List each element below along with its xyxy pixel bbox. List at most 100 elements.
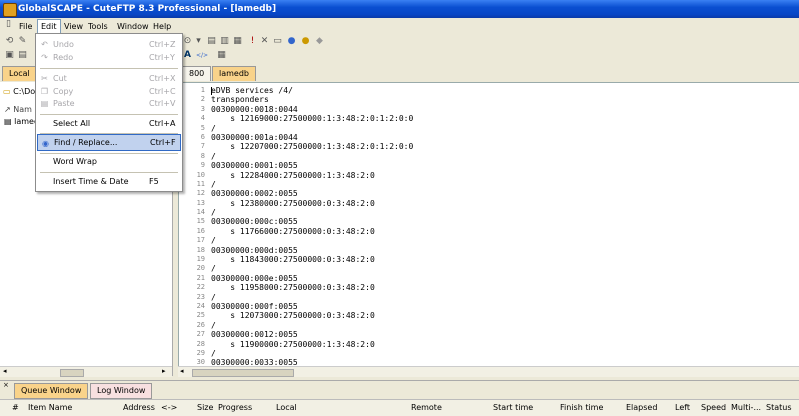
file-row[interactable]: ▤ lamed xyxy=(4,116,39,128)
code-line[interactable]: 00300000:0012:0055 xyxy=(211,330,413,339)
html-tag-icon[interactable]: </> xyxy=(196,50,208,61)
tab-remote-800[interactable]: 800 xyxy=(182,66,212,81)
docs-icon[interactable]: ▥ xyxy=(219,36,230,47)
tab-local[interactable]: Local xyxy=(2,66,37,81)
menu-help[interactable]: Help xyxy=(150,20,174,33)
col-address[interactable]: Address xyxy=(123,403,155,412)
menu-view[interactable]: View xyxy=(61,20,86,33)
code-line[interactable]: / xyxy=(211,180,413,189)
col-status[interactable]: Status xyxy=(766,403,792,412)
scroll-left-icon[interactable]: ◂ xyxy=(180,367,184,375)
code-line[interactable]: / xyxy=(211,349,413,358)
col-start-time[interactable]: Start time xyxy=(493,403,533,412)
code-line[interactable]: s 11843000:27500000:0:3:48:2:0 xyxy=(211,255,413,264)
code-line[interactable]: / xyxy=(211,293,413,302)
column-name-header[interactable]: ↗ Nam xyxy=(4,104,32,116)
print-icon[interactable]: ▦ xyxy=(232,36,243,47)
local-pane-hscrollbar[interactable]: ◂ ▸ xyxy=(0,366,172,377)
menu-edit[interactable]: Edit xyxy=(37,19,61,33)
code-line[interactable]: / xyxy=(211,208,413,217)
line-number: 13 xyxy=(196,198,205,207)
dropdown-icon[interactable]: ▾ xyxy=(193,36,204,47)
col-left[interactable]: Left xyxy=(675,403,690,412)
col-finish-time[interactable]: Finish time xyxy=(560,403,603,412)
col-remote[interactable]: Remote xyxy=(411,403,442,412)
code-line[interactable]: / xyxy=(211,236,413,245)
code-area[interactable]: eDVB services /4/transponders 00300000:00… xyxy=(211,86,413,367)
open-icon[interactable]: ▤ xyxy=(17,50,28,61)
menu-tools[interactable]: Tools xyxy=(85,20,111,33)
misc-icon[interactable]: ⊙ xyxy=(182,36,193,47)
code-line[interactable]: 00300000:000f:0055 xyxy=(211,302,413,311)
menu-word-wrap[interactable]: Word Wrap xyxy=(37,153,181,170)
menu-find-replace[interactable]: ◉ Find / Replace... Ctrl+F xyxy=(37,134,181,151)
col-progress[interactable]: Progress xyxy=(218,403,252,412)
code-line[interactable]: 00300000:0002:0055 xyxy=(211,189,413,198)
scroll-left-icon[interactable]: ◂ xyxy=(3,367,7,375)
col-size[interactable]: Size xyxy=(197,403,213,412)
tab-queue-window[interactable]: Queue Window xyxy=(14,383,89,399)
font-icon[interactable]: A xyxy=(182,50,193,61)
menu-insert-time-date[interactable]: Insert Time & Date F5 xyxy=(37,173,181,190)
local-path-box[interactable]: ▭ C:\Do xyxy=(3,86,35,98)
code-line[interactable]: 00300000:000e:0055 xyxy=(211,274,413,283)
col-index[interactable]: # xyxy=(12,403,19,412)
col-direction[interactable]: <-> xyxy=(161,403,177,412)
col-multi[interactable]: Multi-... xyxy=(731,403,761,412)
code-line[interactable]: s 12284000:27500000:1:3:48:2:0 xyxy=(211,171,413,180)
stop-icon[interactable]: ▭ xyxy=(272,36,283,47)
code-line[interactable]: s 12169000:27500000:1:3:48:2:0:1:2:0:0 xyxy=(211,114,413,123)
code-line[interactable]: / xyxy=(211,152,413,161)
user-icon[interactable]: ● xyxy=(300,36,311,47)
col-item-name[interactable]: Item Name xyxy=(28,403,72,412)
code-line[interactable]: eDVB services /4/ xyxy=(211,86,413,95)
save-icon[interactable]: ▣ xyxy=(4,50,15,61)
shield-icon[interactable]: ◆ xyxy=(314,36,325,47)
code-line[interactable]: s 12380000:27500000:0:3:48:2:0 xyxy=(211,199,413,208)
refresh-icon[interactable]: ● xyxy=(286,36,297,47)
code-line[interactable]: s 11900000:27500000:1:3:48:2:0 xyxy=(211,340,413,349)
scroll-right-icon[interactable]: ▸ xyxy=(162,367,166,375)
column-name-label: Nam xyxy=(13,105,32,114)
find-replace-shortcut: Ctrl+F xyxy=(150,138,176,147)
scroll-thumb[interactable] xyxy=(60,369,84,377)
code-line[interactable]: 00300000:0018:0044 xyxy=(211,105,413,114)
code-line[interactable]: transponders xyxy=(211,95,413,104)
menu-select-all[interactable]: Select All Ctrl+A xyxy=(37,115,181,132)
tab-lamedb[interactable]: lamedb xyxy=(212,66,256,81)
wizard-icon[interactable]: ✎ xyxy=(17,36,28,47)
code-line[interactable]: s 11766000:27500000:0:3:48:2:0 xyxy=(211,227,413,236)
grid-icon[interactable]: ▦ xyxy=(216,50,227,61)
editor-hscrollbar[interactable]: ◂ xyxy=(178,366,799,377)
code-line[interactable]: / xyxy=(211,321,413,330)
col-elapsed[interactable]: Elapsed xyxy=(626,403,657,412)
code-line[interactable]: / xyxy=(211,264,413,273)
menu-paste[interactable]: ▤ Paste Ctrl+V xyxy=(37,95,181,112)
close-icon[interactable]: × xyxy=(3,381,9,389)
code-line[interactable]: 00300000:0001:0055 xyxy=(211,161,413,170)
doc-icon[interactable]: ▤ xyxy=(206,36,217,47)
new-document-icon[interactable]: ▯ xyxy=(3,19,14,30)
tab-log-window[interactable]: Log Window xyxy=(90,383,153,399)
code-line[interactable]: s 12207000:27500000:1:3:48:2:0:1:2:0:0 xyxy=(211,142,413,151)
delete-icon[interactable]: ✕ xyxy=(259,36,270,47)
scroll-thumb[interactable] xyxy=(192,369,294,377)
code-line[interactable]: 00300000:001a:0044 xyxy=(211,133,413,142)
select-all-shortcut: Ctrl+A xyxy=(149,119,176,128)
alert-icon[interactable]: ! xyxy=(247,36,258,47)
code-line[interactable]: 00300000:000d:0055 xyxy=(211,246,413,255)
code-line[interactable]: s 11958000:27500000:0:3:48:2:0 xyxy=(211,283,413,292)
menu-redo[interactable]: ↷ Redo Ctrl+Y xyxy=(37,49,181,66)
col-local[interactable]: Local xyxy=(276,403,297,412)
connect-icon[interactable]: ⟲ xyxy=(4,36,15,47)
col-speed[interactable]: Speed xyxy=(701,403,726,412)
menu-window[interactable]: Window xyxy=(114,20,152,33)
line-number: 12 xyxy=(196,189,205,198)
menu-file[interactable]: File xyxy=(16,20,35,33)
undo-icon: ↶ xyxy=(41,40,48,49)
code-line[interactable]: 00300000:000c:0055 xyxy=(211,217,413,226)
line-number: 3 xyxy=(200,104,205,113)
code-line[interactable]: s 12073000:27500000:0:3:48:2:0 xyxy=(211,311,413,320)
code-line[interactable]: / xyxy=(211,124,413,133)
text-editor[interactable]: 1 2 3 4 5 6 7 8 9 10 11 12 13 14 15 16 17 18 19 20 21 22 23 24 2… xyxy=(178,82,799,368)
